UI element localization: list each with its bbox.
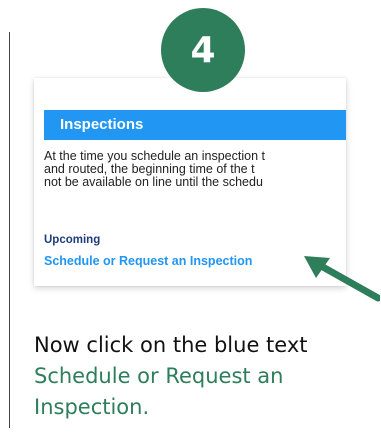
instruction-highlight: Schedule or Request an Inspection. <box>34 364 284 419</box>
instruction-prefix: Now click on the blue text <box>34 333 308 357</box>
description-line: not be available on line until the sched… <box>44 175 263 189</box>
step-number: 4 <box>190 29 216 71</box>
arrow-up-left-icon <box>304 256 380 302</box>
schedule-inspection-link[interactable]: Schedule or Request an Inspection <box>44 254 252 268</box>
step-number-badge: 4 <box>161 8 245 92</box>
inspections-header-label: Inspections <box>60 116 144 133</box>
inspections-description: At the time you schedule an inspection t… <box>44 150 346 189</box>
inspections-header: Inspections <box>44 110 346 140</box>
upcoming-label: Upcoming <box>44 234 101 246</box>
instruction-text: Now click on the blue text Schedule or R… <box>34 330 379 423</box>
left-divider <box>9 32 10 428</box>
